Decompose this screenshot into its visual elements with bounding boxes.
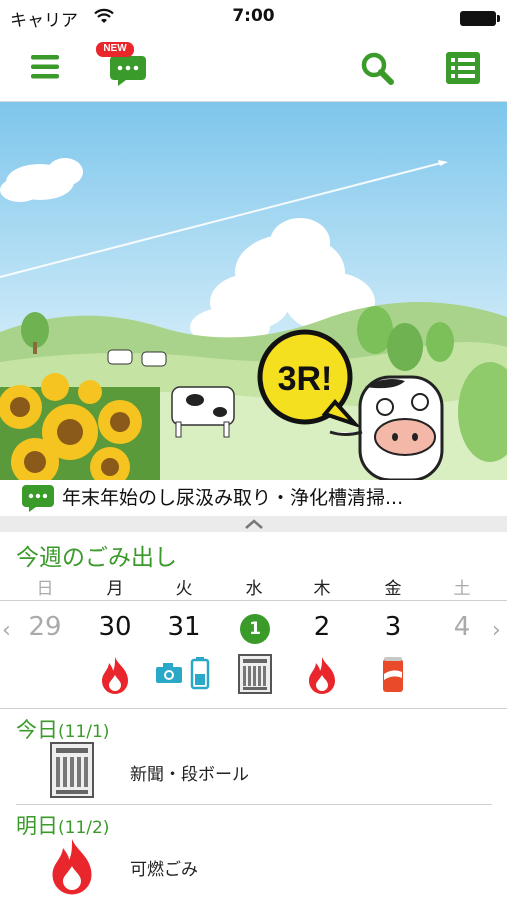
clock: 7:00 xyxy=(232,6,275,26)
today-label: 今日(11/1) xyxy=(16,714,109,744)
toolbar: NEW xyxy=(0,36,507,102)
tomorrow-item[interactable]: 可燃ごみ xyxy=(130,855,198,880)
camera-icon xyxy=(156,663,182,683)
tomorrow-date: (11/2) xyxy=(58,818,110,838)
news-ticker[interactable]: 年末年始のし尿汲み取り・浄化槽清掃... xyxy=(0,480,507,516)
news-text: 年末年始のし尿汲み取り・浄化槽清掃... xyxy=(62,487,404,509)
day-30[interactable]: 30 xyxy=(85,612,145,642)
can-icon xyxy=(383,657,403,692)
day-4[interactable]: 4 xyxy=(432,612,492,642)
new-badge: NEW xyxy=(103,43,127,54)
search-icon[interactable] xyxy=(360,51,394,85)
menu-icon[interactable] xyxy=(31,54,59,80)
day-3[interactable]: 3 xyxy=(363,612,423,642)
newspaper-icon xyxy=(50,742,94,798)
battery-icon xyxy=(190,657,210,690)
prev-week-arrow[interactable]: ‹ xyxy=(2,618,11,643)
divider xyxy=(0,600,507,601)
dow-thu: 木 xyxy=(313,579,331,599)
bubble-text: 3R! xyxy=(278,360,333,398)
dow-fri: 金 xyxy=(384,579,402,599)
newspaper-icon xyxy=(238,654,272,694)
today-label-text: 今日 xyxy=(16,718,58,742)
chevron-up-icon xyxy=(245,519,263,529)
battery-nub xyxy=(497,15,500,22)
day-2[interactable]: 2 xyxy=(292,612,352,642)
divider xyxy=(16,804,492,805)
dow-wed: 水 xyxy=(245,579,263,599)
list-icon[interactable] xyxy=(446,52,480,84)
today-item[interactable]: 新聞・段ボール xyxy=(130,760,249,785)
week-title: 今週のごみ出し xyxy=(16,545,177,571)
news-button[interactable]: NEW xyxy=(96,42,156,92)
flame-icon xyxy=(309,657,335,694)
farm-illustration: 3R! xyxy=(0,102,507,480)
day-29[interactable]: 29 xyxy=(15,612,75,642)
status-bar: キャリア 7:00 xyxy=(0,0,507,36)
collapse-handle[interactable] xyxy=(0,516,507,532)
flame-icon xyxy=(52,839,92,895)
dow-sun: 日 xyxy=(36,579,54,599)
dow-sat: 土 xyxy=(453,579,471,599)
dow-mon: 月 xyxy=(106,579,124,599)
day-31[interactable]: 31 xyxy=(154,612,214,642)
sunflowers xyxy=(0,373,160,480)
tomorrow-label-text: 明日 xyxy=(16,814,58,838)
next-week-arrow[interactable]: › xyxy=(492,618,501,643)
day-1-today[interactable]: 1 xyxy=(240,614,270,644)
divider xyxy=(0,708,507,709)
flame-icon xyxy=(102,657,128,694)
chat-icon xyxy=(22,485,54,512)
dow-tue: 火 xyxy=(175,579,193,599)
battery-icon xyxy=(460,11,496,26)
today-date: (11/1) xyxy=(58,722,110,742)
banner-image[interactable]: 3R! xyxy=(0,102,507,480)
